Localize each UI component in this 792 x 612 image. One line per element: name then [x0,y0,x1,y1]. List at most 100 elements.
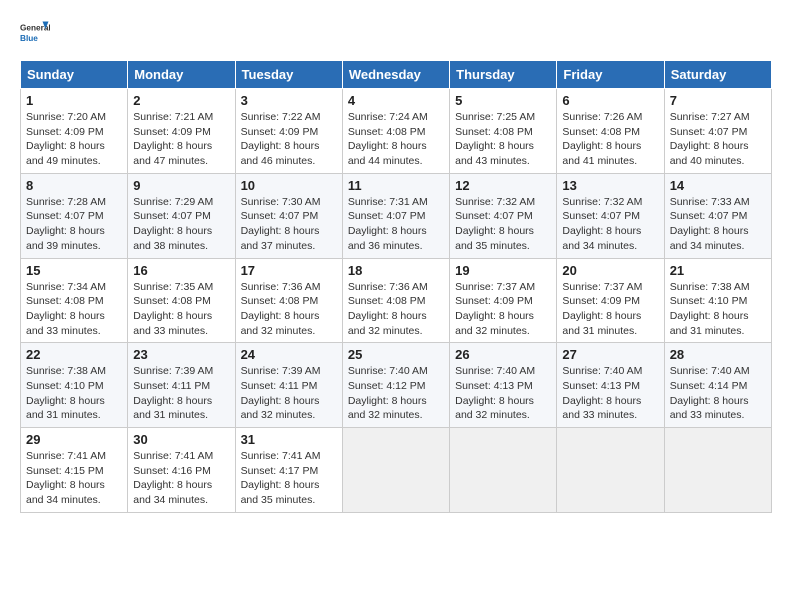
day-number: 9 [133,178,229,193]
calendar-table: SundayMondayTuesdayWednesdayThursdayFrid… [20,60,772,513]
day-number: 30 [133,432,229,447]
day-number: 25 [348,347,444,362]
day-number: 23 [133,347,229,362]
day-info: Sunrise: 7:40 AMSunset: 4:12 PMDaylight:… [348,364,444,423]
calendar-cell: 15Sunrise: 7:34 AMSunset: 4:08 PMDayligh… [21,258,128,343]
calendar-week-row: 29 Sunrise: 7:41 AMSunset: 4:15 PMDayligh… [21,428,772,513]
day-info: Sunrise: 7:34 AMSunset: 4:08 PMDaylight:… [26,280,122,339]
calendar-cell: 14Sunrise: 7:33 AMSunset: 4:07 PMDayligh… [664,173,771,258]
calendar-week-row: 8 Sunrise: 7:28 AMSunset: 4:07 PMDaylight… [21,173,772,258]
calendar-cell: 30 Sunrise: 7:41 AMSunset: 4:16 PMDayligh… [128,428,235,513]
day-info: Sunrise: 7:28 AMSunset: 4:07 PMDaylight:… [26,195,122,254]
calendar-cell: 18Sunrise: 7:36 AMSunset: 4:08 PMDayligh… [342,258,449,343]
day-info: Sunrise: 7:41 AMSunset: 4:17 PMDaylight:… [241,449,337,508]
calendar-cell: 13 Sunrise: 7:32 AMSunset: 4:07 PMDayligh… [557,173,664,258]
calendar-cell: 7 Sunrise: 7:27 AMSunset: 4:07 PMDaylight… [664,89,771,174]
day-number: 2 [133,93,229,108]
day-number: 13 [562,178,658,193]
day-number: 7 [670,93,766,108]
calendar-cell: 27 Sunrise: 7:40 AMSunset: 4:13 PMDayligh… [557,343,664,428]
calendar-cell: 20Sunrise: 7:37 AMSunset: 4:09 PMDayligh… [557,258,664,343]
day-info: Sunrise: 7:36 AMSunset: 4:08 PMDaylight:… [241,280,337,339]
day-info: Sunrise: 7:39 AMSunset: 4:11 PMDaylight:… [241,364,337,423]
calendar-cell: 22 Sunrise: 7:38 AMSunset: 4:10 PMDayligh… [21,343,128,428]
weekday-header: Tuesday [235,61,342,89]
day-info: Sunrise: 7:32 AMSunset: 4:07 PMDaylight:… [455,195,551,254]
weekday-header: Wednesday [342,61,449,89]
day-number: 5 [455,93,551,108]
day-info: Sunrise: 7:25 AMSunset: 4:08 PMDaylight:… [455,110,551,169]
calendar-cell [450,428,557,513]
calendar-cell: 31 Sunrise: 7:41 AMSunset: 4:17 PMDayligh… [235,428,342,513]
day-number: 11 [348,178,444,193]
day-number: 22 [26,347,122,362]
calendar-body: 1 Sunrise: 7:20 AMSunset: 4:09 PMDaylight… [21,89,772,513]
calendar-cell [342,428,449,513]
weekday-header: Sunday [21,61,128,89]
calendar-cell [557,428,664,513]
day-info: Sunrise: 7:21 AMSunset: 4:09 PMDaylight:… [133,110,229,169]
day-number: 1 [26,93,122,108]
day-number: 29 [26,432,122,447]
calendar-week-row: 22 Sunrise: 7:38 AMSunset: 4:10 PMDayligh… [21,343,772,428]
day-number: 19 [455,263,551,278]
weekday-header: Thursday [450,61,557,89]
day-info: Sunrise: 7:41 AMSunset: 4:16 PMDaylight:… [133,449,229,508]
day-info: Sunrise: 7:38 AMSunset: 4:10 PMDaylight:… [670,280,766,339]
day-number: 16 [133,263,229,278]
day-info: Sunrise: 7:31 AMSunset: 4:07 PMDaylight:… [348,195,444,254]
day-number: 31 [241,432,337,447]
day-info: Sunrise: 7:27 AMSunset: 4:07 PMDaylight:… [670,110,766,169]
day-number: 8 [26,178,122,193]
day-number: 28 [670,347,766,362]
calendar-cell: 16 Sunrise: 7:35 AMSunset: 4:08 PMDayligh… [128,258,235,343]
day-number: 4 [348,93,444,108]
day-info: Sunrise: 7:26 AMSunset: 4:08 PMDaylight:… [562,110,658,169]
day-info: Sunrise: 7:40 AMSunset: 4:13 PMDaylight:… [455,364,551,423]
day-number: 21 [670,263,766,278]
day-info: Sunrise: 7:41 AMSunset: 4:15 PMDaylight:… [26,449,122,508]
calendar-cell: 3 Sunrise: 7:22 AMSunset: 4:09 PMDaylight… [235,89,342,174]
calendar-cell: 17Sunrise: 7:36 AMSunset: 4:08 PMDayligh… [235,258,342,343]
weekday-header: Saturday [664,61,771,89]
calendar-cell: 28 Sunrise: 7:40 AMSunset: 4:14 PMDayligh… [664,343,771,428]
day-number: 27 [562,347,658,362]
calendar-cell: 5 Sunrise: 7:25 AMSunset: 4:08 PMDaylight… [450,89,557,174]
day-info: Sunrise: 7:22 AMSunset: 4:09 PMDaylight:… [241,110,337,169]
weekday-header: Friday [557,61,664,89]
calendar-cell: 1 Sunrise: 7:20 AMSunset: 4:09 PMDaylight… [21,89,128,174]
calendar-cell: 10 Sunrise: 7:30 AMSunset: 4:07 PMDayligh… [235,173,342,258]
day-info: Sunrise: 7:20 AMSunset: 4:09 PMDaylight:… [26,110,122,169]
day-info: Sunrise: 7:35 AMSunset: 4:08 PMDaylight:… [133,280,229,339]
day-info: Sunrise: 7:39 AMSunset: 4:11 PMDaylight:… [133,364,229,423]
calendar-cell: 8 Sunrise: 7:28 AMSunset: 4:07 PMDaylight… [21,173,128,258]
day-number: 18 [348,263,444,278]
day-number: 12 [455,178,551,193]
day-info: Sunrise: 7:32 AMSunset: 4:07 PMDaylight:… [562,195,658,254]
calendar-cell [664,428,771,513]
calendar-cell: 24Sunrise: 7:39 AMSunset: 4:11 PMDayligh… [235,343,342,428]
calendar-header-row: SundayMondayTuesdayWednesdayThursdayFrid… [21,61,772,89]
logo: General Blue [20,20,50,50]
day-info: Sunrise: 7:37 AMSunset: 4:09 PMDaylight:… [455,280,551,339]
day-number: 3 [241,93,337,108]
calendar-cell: 6 Sunrise: 7:26 AMSunset: 4:08 PMDaylight… [557,89,664,174]
day-info: Sunrise: 7:40 AMSunset: 4:14 PMDaylight:… [670,364,766,423]
day-number: 6 [562,93,658,108]
calendar-week-row: 15Sunrise: 7:34 AMSunset: 4:08 PMDayligh… [21,258,772,343]
day-info: Sunrise: 7:40 AMSunset: 4:13 PMDaylight:… [562,364,658,423]
weekday-header: Monday [128,61,235,89]
day-info: Sunrise: 7:33 AMSunset: 4:07 PMDaylight:… [670,195,766,254]
calendar-cell: 29 Sunrise: 7:41 AMSunset: 4:15 PMDayligh… [21,428,128,513]
calendar-cell: 9Sunrise: 7:29 AMSunset: 4:07 PMDaylight… [128,173,235,258]
calendar-cell: 2 Sunrise: 7:21 AMSunset: 4:09 PMDaylight… [128,89,235,174]
calendar-cell: 21 Sunrise: 7:38 AMSunset: 4:10 PMDayligh… [664,258,771,343]
calendar-cell: 26 Sunrise: 7:40 AMSunset: 4:13 PMDayligh… [450,343,557,428]
day-number: 10 [241,178,337,193]
day-number: 26 [455,347,551,362]
day-info: Sunrise: 7:30 AMSunset: 4:07 PMDaylight:… [241,195,337,254]
page-header: General Blue [20,20,772,50]
calendar-week-row: 1 Sunrise: 7:20 AMSunset: 4:09 PMDaylight… [21,89,772,174]
day-info: Sunrise: 7:38 AMSunset: 4:10 PMDaylight:… [26,364,122,423]
day-number: 20 [562,263,658,278]
